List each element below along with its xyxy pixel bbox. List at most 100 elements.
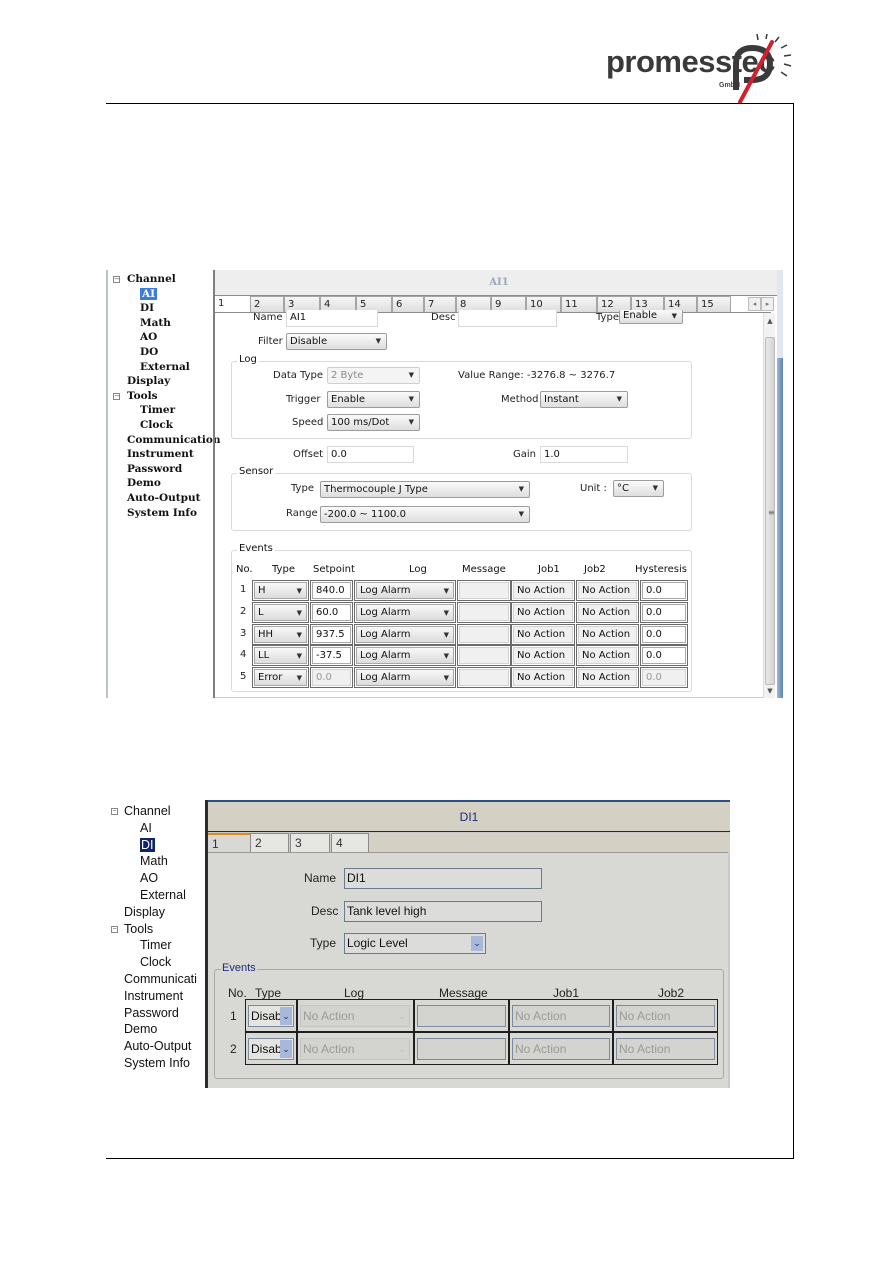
unit-select[interactable]: °C ▼ (613, 480, 664, 497)
event-message-input[interactable] (459, 582, 509, 599)
tree-item-demo[interactable]: Demo (108, 1021, 208, 1038)
speed-select[interactable]: 100 ms/Dot ▼ (327, 414, 420, 431)
event-job1-field[interactable]: No Action (513, 625, 573, 643)
event-type-select[interactable]: Disab ⌄ (248, 1005, 294, 1027)
vertical-scrollbar[interactable]: ▲ ≡ ▼ (763, 313, 775, 698)
event-setpoint-input[interactable]: 0.0 (312, 669, 351, 687)
event-job2-field[interactable]: No Action (578, 582, 637, 599)
method-select[interactable]: Instant ▼ (540, 391, 628, 408)
event-job1-field[interactable]: No Action (512, 1038, 610, 1060)
sensor-type-select[interactable]: Thermocouple J Type ▼ (320, 481, 530, 498)
tab-6[interactable]: 6 (392, 296, 424, 313)
scroll-up-icon[interactable]: ▲ (764, 315, 776, 327)
tree-item-clock[interactable]: Clock (108, 954, 208, 971)
filter-select[interactable]: Disable ▼ (286, 333, 387, 350)
event-type-select[interactable]: Error ▼ (254, 669, 307, 687)
tab-2[interactable]: 2 (250, 296, 284, 313)
tree-item-math[interactable]: Math (108, 853, 208, 870)
tree-item-ao[interactable]: AO (108, 870, 208, 887)
gain-input[interactable]: 1.0 (540, 446, 628, 463)
tab-7[interactable]: 7 (424, 296, 456, 313)
tree-item-auto-output[interactable]: Auto-Output (108, 1038, 208, 1055)
event-message-input[interactable] (459, 669, 509, 687)
tree-item-external[interactable]: External (108, 887, 208, 904)
tab-1[interactable]: 1 (208, 833, 250, 853)
event-hysteresis-input[interactable]: 0.0 (642, 625, 686, 643)
tab-1[interactable]: 1 (215, 296, 250, 313)
tree-item-timer[interactable]: Timer (110, 403, 214, 418)
tree-item-display[interactable]: Display (110, 374, 214, 389)
collapse-icon[interactable]: − (111, 925, 118, 933)
event-job1-field[interactable]: No Action (513, 647, 573, 665)
event-job1-field[interactable]: No Action (513, 603, 573, 621)
event-job2-field[interactable]: No Action (616, 1038, 715, 1060)
event-hysteresis-input[interactable]: 0.0 (642, 647, 686, 665)
tree-item-communication[interactable]: Communicati (108, 971, 208, 988)
event-log-select[interactable]: Log Alarm ▼ (356, 603, 454, 621)
scroll-down-icon[interactable]: ▼ (764, 685, 776, 697)
tab-scroll-left-icon[interactable]: ◂ (748, 297, 761, 311)
event-hysteresis-input[interactable]: 0.0 (642, 603, 686, 621)
tree-item-channel[interactable]: − Channel (108, 803, 208, 820)
scrollbar-thumb[interactable]: ≡ (765, 337, 775, 685)
event-setpoint-input[interactable]: 937.5 (312, 625, 351, 643)
tree-item-password[interactable]: Password (108, 1005, 208, 1022)
di-type-select[interactable]: Logic Level ⌄ (344, 933, 486, 954)
event-message-input[interactable] (417, 1005, 506, 1027)
tree-item-instrument[interactable]: Instrument (110, 447, 214, 462)
event-setpoint-input[interactable]: 840.0 (312, 582, 351, 599)
tab-3[interactable]: 3 (290, 833, 330, 853)
event-message-input[interactable] (459, 647, 509, 665)
desc-input[interactable]: Tank level high (344, 901, 542, 922)
tree-item-channel[interactable]: − Channel (110, 272, 214, 287)
tree-item-timer[interactable]: Timer (108, 937, 208, 954)
tree-item-instrument[interactable]: Instrument (108, 988, 208, 1005)
tab-11[interactable]: 11 (561, 296, 597, 313)
name-input[interactable]: AI1 (286, 310, 378, 327)
name-input[interactable]: DI1 (344, 868, 542, 889)
event-message-input[interactable] (459, 625, 509, 643)
event-job2-field[interactable]: No Action (616, 1005, 715, 1027)
tree-item-ao[interactable]: AO (110, 330, 214, 345)
event-job2-field[interactable]: No Action (578, 603, 637, 621)
tree-item-password[interactable]: Password (110, 462, 214, 477)
tab-15[interactable]: 15 (697, 296, 731, 313)
data-type-select[interactable]: 2 Byte ▼ (327, 367, 420, 384)
event-hysteresis-input[interactable]: 0.0 (642, 669, 686, 687)
tab-4[interactable]: 4 (331, 833, 369, 853)
event-log-select[interactable]: Log Alarm ▼ (356, 669, 454, 687)
event-job2-field[interactable]: No Action (578, 669, 637, 687)
tree-item-tools[interactable]: − Tools (110, 389, 214, 404)
trigger-select[interactable]: Enable ▼ (327, 391, 420, 408)
event-type-select[interactable]: Disab ⌄ (248, 1038, 294, 1060)
tree-item-di[interactable]: DI (110, 301, 214, 316)
tree-item-auto-output[interactable]: Auto-Output (110, 491, 214, 506)
event-log-select[interactable]: Log Alarm ▼ (356, 582, 454, 599)
tree-item-do[interactable]: DO (110, 345, 214, 360)
event-type-select[interactable]: LL ▼ (254, 647, 307, 665)
tree-item-external[interactable]: External (110, 360, 214, 375)
tree-item-communication[interactable]: Communication (110, 433, 221, 448)
tree-item-ai[interactable]: AI (108, 820, 208, 837)
event-message-input[interactable] (459, 603, 509, 621)
tree-item-display[interactable]: Display (108, 904, 208, 921)
tree-item-math[interactable]: Math (110, 316, 214, 331)
tree-item-system-info[interactable]: System Info (108, 1055, 208, 1072)
tree-item-di[interactable]: DI (108, 837, 208, 854)
event-type-select[interactable]: H ▼ (254, 582, 307, 599)
event-log-select[interactable]: Log Alarm ▼ (356, 625, 454, 643)
channel-type-select[interactable]: Enable ▼ (619, 310, 683, 324)
event-type-select[interactable]: HH ▼ (254, 625, 307, 643)
event-type-select[interactable]: L ▼ (254, 603, 307, 621)
tree-item-tools[interactable]: − Tools (108, 921, 208, 938)
tab-2[interactable]: 2 (250, 833, 289, 853)
event-job1-field[interactable]: No Action (512, 1005, 610, 1027)
event-job1-field[interactable]: No Action (513, 669, 573, 687)
offset-input[interactable]: 0.0 (327, 446, 414, 463)
tree-item-demo[interactable]: Demo (110, 476, 214, 491)
collapse-icon[interactable]: − (113, 276, 120, 283)
tree-item-clock[interactable]: Clock (110, 418, 214, 433)
desc-input[interactable] (458, 310, 557, 327)
event-job2-field[interactable]: No Action (578, 625, 637, 643)
event-hysteresis-input[interactable]: 0.0 (642, 582, 686, 599)
